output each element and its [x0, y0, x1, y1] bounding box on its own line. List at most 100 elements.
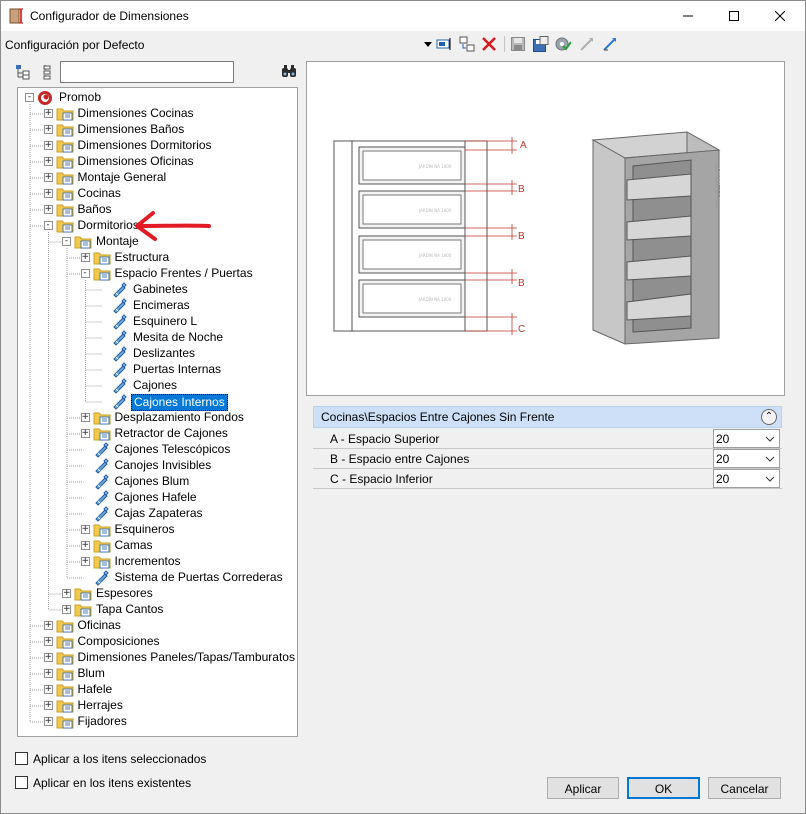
collapse-toggle-icon[interactable]: - — [62, 237, 71, 246]
tree-node-label[interactable]: Herrajes — [76, 698, 125, 713]
tree-node-label[interactable]: Sistema de Puertas Correderas — [113, 570, 285, 585]
tree-node-label[interactable]: Espesores — [94, 586, 155, 601]
expand-toggle-icon[interactable]: + — [43, 621, 53, 630]
tree-node-label[interactable]: Retractor de Cajones — [113, 426, 230, 441]
expand-toggle-icon[interactable]: + — [43, 637, 53, 646]
tree-node[interactable]: + Camas — [18, 538, 297, 554]
expand-toggle-icon[interactable]: + — [80, 557, 90, 566]
property-value-dropdown[interactable]: 20 — [713, 449, 780, 468]
tree-node[interactable]: + Estructura — [18, 250, 297, 266]
tree-node-label[interactable]: Gabinetes — [131, 282, 190, 297]
tree-node-label[interactable]: Dimensiones Cocinas — [76, 106, 196, 121]
tree-node-label[interactable]: Puertas Internas — [131, 362, 223, 377]
expand-tree-icon[interactable] — [15, 64, 31, 80]
tree-node-label[interactable]: Dimensiones Paneles/Tapas/Tamburatos — [76, 650, 297, 665]
property-value-dropdown[interactable]: 20 — [713, 469, 780, 488]
tree-node-label[interactable]: Hafele — [76, 682, 115, 697]
expand-toggle-icon[interactable]: + — [43, 141, 53, 150]
apply-existing-label[interactable]: Aplicar en los itens existentes — [33, 776, 191, 790]
tree-node-label[interactable]: Camas — [113, 538, 155, 553]
tree-node[interactable]: + Dimensiones Paneles/Tapas/Tamburatos — [18, 650, 297, 666]
delete-config-button[interactable] — [480, 35, 498, 53]
tree-node-label[interactable]: Canojes Invisibles — [113, 458, 214, 473]
tree-node[interactable]: Sistema de Puertas Correderas — [18, 570, 297, 586]
property-row-b[interactable]: B - Espacio entre Cajones 20 — [313, 449, 782, 469]
tree-node[interactable]: + Espesores — [18, 586, 297, 602]
tree-node[interactable]: + Esquineros — [18, 522, 297, 538]
tree-view[interactable]: - Promob + Dimensiones Cocinas + Dimensiones … — [17, 87, 298, 737]
tree-node[interactable]: + Dimensiones Oficinas — [18, 154, 297, 170]
binoculars-icon[interactable] — [281, 63, 297, 79]
tree-node-label[interactable]: Cocinas — [76, 186, 123, 201]
export-button[interactable] — [601, 35, 619, 53]
expand-toggle-icon[interactable]: + — [43, 173, 53, 182]
tree-node[interactable]: Gabinetes — [18, 282, 297, 298]
collapse-toggle-icon[interactable]: - — [43, 221, 53, 230]
tree-node[interactable]: + Composiciones — [18, 634, 297, 650]
tree-node-label[interactable]: Dimensiones Baños — [76, 122, 187, 137]
save-as-button[interactable] — [532, 35, 550, 53]
expand-toggle-icon[interactable]: + — [43, 669, 53, 678]
tree-node[interactable]: Deslizantes — [18, 346, 297, 362]
expand-toggle-icon[interactable]: + — [43, 653, 53, 662]
tree-node[interactable]: + Retractor de Cajones — [18, 426, 297, 442]
tree-node[interactable]: + Tapa Cantos — [18, 602, 297, 618]
tree-node-label[interactable]: Deslizantes — [131, 346, 197, 361]
expand-toggle-icon[interactable]: + — [43, 125, 53, 134]
property-row-a[interactable]: A - Espacio Superior 20 — [313, 429, 782, 449]
tree-node[interactable]: Encimeras — [18, 298, 297, 314]
tree-node-label[interactable]: Tapa Cantos — [94, 602, 165, 617]
tree-node[interactable]: + Dimensiones Cocinas — [18, 106, 297, 122]
apply-selected-checkbox[interactable] — [15, 752, 28, 765]
tree-node-label[interactable]: Estructura — [113, 250, 172, 265]
tree-node[interactable]: Puertas Internas — [18, 362, 297, 378]
tree-node-label[interactable]: Composiciones — [76, 634, 162, 649]
expand-toggle-icon[interactable]: + — [80, 541, 90, 550]
tree-node[interactable]: + Fijadores — [18, 714, 297, 730]
expand-toggle-icon[interactable]: + — [43, 205, 53, 214]
tree-node[interactable]: + Montaje General — [18, 170, 297, 186]
tree-node[interactable]: - Promob — [18, 90, 297, 106]
tree-node[interactable]: Cajas Zapateras — [18, 506, 297, 522]
tree-node-label[interactable]: Cajones Internos — [131, 394, 228, 411]
tree-node[interactable]: Cajones Hafele — [18, 490, 297, 506]
tree-node[interactable]: + Oficinas — [18, 618, 297, 634]
new-config-button[interactable] — [458, 35, 476, 53]
tree-search-input[interactable] — [60, 61, 234, 83]
expand-toggle-icon[interactable]: + — [43, 701, 53, 710]
tree-node[interactable]: Cajones Blum — [18, 474, 297, 490]
tree-node[interactable]: Cajones Internos — [18, 394, 297, 411]
close-button[interactable] — [757, 1, 803, 31]
ok-button[interactable]: OK — [627, 777, 700, 799]
collapse-toggle-icon[interactable]: - — [80, 269, 90, 278]
tree-node[interactable]: Canojes Invisibles — [18, 458, 297, 474]
tree-node[interactable]: + Dimensiones Dormitorios — [18, 138, 297, 154]
tree-node[interactable]: + Cocinas — [18, 186, 297, 202]
expand-toggle-icon[interactable]: + — [62, 589, 71, 598]
tree-node[interactable]: + Desplazamiento Fondos — [18, 410, 297, 426]
tree-node[interactable]: + Dimensiones Baños — [18, 122, 297, 138]
config-name-label[interactable]: Configuración por Defecto — [5, 38, 144, 52]
expand-toggle-icon[interactable]: + — [43, 109, 53, 118]
apply-config-button[interactable] — [554, 35, 572, 53]
tree-node[interactable]: + Incrementos — [18, 554, 297, 570]
tree-node-label[interactable]: Encimeras — [131, 298, 192, 313]
save-button[interactable] — [509, 35, 527, 53]
expand-toggle-icon[interactable]: + — [80, 429, 90, 438]
tree-node-label[interactable]: Dimensiones Oficinas — [76, 154, 196, 169]
expand-toggle-icon[interactable]: + — [43, 717, 53, 726]
tree-node-label[interactable]: Blum — [76, 666, 107, 681]
tree-node-label[interactable]: Cajas Zapateras — [113, 506, 205, 521]
properties-category-header[interactable]: Cocinas\Espacios Entre Cajones Sin Frent… — [313, 406, 782, 428]
expand-toggle-icon[interactable]: + — [43, 685, 53, 694]
tree-node-label[interactable]: Espacio Frentes / Puertas — [113, 266, 255, 281]
expand-toggle-icon[interactable]: + — [80, 253, 90, 262]
tree-node-label[interactable]: Esquineros — [113, 522, 177, 537]
tree-node-label[interactable]: Dimensiones Dormitorios — [76, 138, 214, 153]
expand-toggle-icon[interactable]: + — [43, 189, 53, 198]
tree-node[interactable]: - Espacio Frentes / Puertas — [18, 266, 297, 282]
tree-node[interactable]: + Blum — [18, 666, 297, 682]
tree-node-label[interactable]: Cajones — [131, 378, 179, 393]
property-value-dropdown[interactable]: 20 — [713, 429, 780, 448]
tree-node-label[interactable]: Montaje General — [76, 170, 169, 185]
